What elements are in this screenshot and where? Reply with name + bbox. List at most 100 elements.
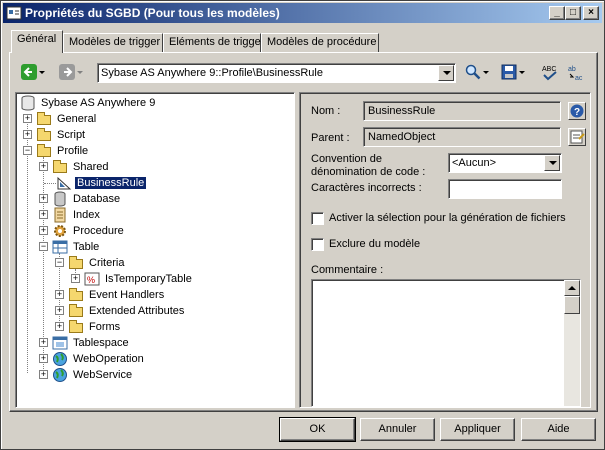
tab-trigger-templates[interactable]: Modèles de trigger xyxy=(63,33,163,53)
close-button[interactable]: × xyxy=(583,6,599,20)
replace-button[interactable]: ab ac xyxy=(567,62,585,82)
forward-button[interactable] xyxy=(59,62,84,82)
commentaire-textarea[interactable] xyxy=(311,279,581,407)
forward-dropdown-icon[interactable] xyxy=(77,64,84,80)
tree-node-label: Index xyxy=(73,209,100,221)
tree-node-database[interactable]: Database xyxy=(52,191,122,207)
expand-icon[interactable]: + xyxy=(39,354,48,363)
activer-label[interactable]: Activer la sélection pour la génération … xyxy=(329,212,566,224)
tree-node-criteria[interactable]: Criteria xyxy=(68,255,126,271)
expand-icon[interactable]: + xyxy=(23,114,32,123)
nom-field[interactable]: BusinessRule xyxy=(363,101,561,121)
exclure-checkbox[interactable] xyxy=(311,238,324,251)
svg-text:ABC: ABC xyxy=(542,66,556,73)
expand-icon[interactable]: + xyxy=(23,130,32,139)
spell-check-button[interactable]: ABC xyxy=(541,62,559,82)
parent-field[interactable]: NamedObject xyxy=(363,127,561,147)
expand-icon[interactable]: + xyxy=(55,290,64,299)
cancel-button[interactable]: Annuler xyxy=(360,418,435,441)
help-icon: ? xyxy=(570,104,584,118)
dialog-window: Propriétés du SGBD (Pour tous les modèle… xyxy=(0,0,605,450)
floppy-disk-icon xyxy=(501,64,517,80)
tree-node-label: Shared xyxy=(73,161,109,173)
save-button[interactable] xyxy=(501,62,526,82)
expand-icon[interactable]: + xyxy=(39,162,48,171)
expand-icon[interactable]: + xyxy=(39,226,48,235)
tree-node-index[interactable]: Index xyxy=(52,207,102,223)
tree-view[interactable]: Sybase AS Anywhere 9 + General + Script … xyxy=(15,92,295,408)
tab-general[interactable]: Général xyxy=(11,30,63,53)
apply-button[interactable]: Appliquer xyxy=(440,418,515,441)
tree-node-label: Table xyxy=(73,241,100,253)
replace-icon: ab ac xyxy=(568,66,583,81)
back-dropdown-icon[interactable] xyxy=(39,64,46,80)
caracteres-input[interactable] xyxy=(448,179,562,199)
expand-icon[interactable]: + xyxy=(39,370,48,379)
tree-node-extended-attributes[interactable]: Extended Attributes xyxy=(68,303,186,319)
tree-node-webservice[interactable]: WebService xyxy=(52,367,134,383)
help-dialog-button[interactable]: Aide xyxy=(521,418,596,441)
scroll-thumb[interactable] xyxy=(564,296,580,314)
folder-icon xyxy=(68,303,84,319)
maximize-button[interactable]: □ xyxy=(565,6,581,20)
tree-node-tablespace[interactable]: Tablespace xyxy=(52,335,131,351)
tree-node-forms[interactable]: Forms xyxy=(68,319,122,335)
convention-select[interactable]: <Aucun> xyxy=(448,153,562,173)
tree-node-label: Extended Attributes xyxy=(89,305,185,317)
globe-icon xyxy=(53,352,67,366)
svg-text:ac: ac xyxy=(575,75,583,81)
collapse-icon[interactable]: − xyxy=(55,258,64,267)
collapse-icon[interactable]: − xyxy=(23,146,32,155)
tree-node-event-handlers[interactable]: Event Handlers xyxy=(68,287,166,303)
tree-node-general[interactable]: General xyxy=(36,111,98,127)
business-rule-icon xyxy=(57,176,72,190)
tree-node-label: Script xyxy=(57,129,86,141)
title-bar[interactable]: Propriétés du SGBD (Pour tous les modèle… xyxy=(3,3,602,23)
tree-node-shared[interactable]: Shared xyxy=(52,159,110,175)
ok-button[interactable]: OK xyxy=(279,417,356,442)
path-dropdown-button[interactable] xyxy=(438,65,454,81)
tab-trigger-elements[interactable]: Eléments de trigger xyxy=(163,33,264,53)
find-dropdown-icon[interactable] xyxy=(483,64,490,80)
tree-node-script[interactable]: Script xyxy=(36,127,87,143)
tree-node-procedure[interactable]: Procedure xyxy=(52,223,126,239)
tab-procedure-templates[interactable]: Modèles de procédure xyxy=(261,33,379,53)
convention-dropdown-button[interactable] xyxy=(544,155,560,171)
tree-node-label: WebService xyxy=(73,369,133,381)
search-icon xyxy=(465,64,481,80)
gear-icon xyxy=(54,225,66,237)
convention-label-line2: dénomination de code : xyxy=(311,166,426,178)
find-button[interactable] xyxy=(465,62,490,82)
parent-label: Parent : xyxy=(311,132,350,144)
minimize-button[interactable]: _ xyxy=(549,6,565,20)
tree-node-profile[interactable]: Profile xyxy=(36,143,90,159)
save-dropdown-icon[interactable] xyxy=(519,64,526,80)
table-icon xyxy=(52,240,68,254)
activer-checkbox[interactable] xyxy=(311,212,324,225)
comment-scrollbar[interactable] xyxy=(564,280,580,406)
folder-icon xyxy=(68,287,84,303)
expand-icon[interactable]: + xyxy=(39,338,48,347)
parent-properties-button[interactable] xyxy=(568,128,586,146)
back-button[interactable] xyxy=(21,62,46,82)
tree-node-table[interactable]: Table xyxy=(52,239,101,255)
expand-icon[interactable]: + xyxy=(39,194,48,203)
tree-node-label: Tablespace xyxy=(73,337,129,349)
collapse-icon[interactable]: − xyxy=(39,242,48,251)
caracteres-label: Caractères incorrects : xyxy=(311,182,422,194)
expand-icon[interactable]: + xyxy=(71,274,80,283)
tree-node-istemporarytable[interactable]: % IsTemporaryTable xyxy=(84,271,194,287)
folder-icon xyxy=(68,319,84,335)
tree-node-businessrule[interactable]: BusinessRule xyxy=(56,175,148,191)
path-combobox[interactable]: Sybase AS Anywhere 9::Profile\BusinessRu… xyxy=(97,63,456,83)
tree-node-label: Criteria xyxy=(89,257,125,269)
tree-node-label: BusinessRule xyxy=(73,176,148,190)
help-button[interactable]: ? xyxy=(568,102,586,120)
expand-icon[interactable]: + xyxy=(39,210,48,219)
tree-node-weboperation[interactable]: WebOperation xyxy=(52,351,146,367)
scroll-up-button[interactable] xyxy=(564,280,580,296)
expand-icon[interactable]: + xyxy=(55,322,64,331)
tree-node-root[interactable]: Sybase AS Anywhere 9 xyxy=(20,95,157,111)
exclure-label[interactable]: Exclure du modèle xyxy=(329,238,420,250)
expand-icon[interactable]: + xyxy=(55,306,64,315)
